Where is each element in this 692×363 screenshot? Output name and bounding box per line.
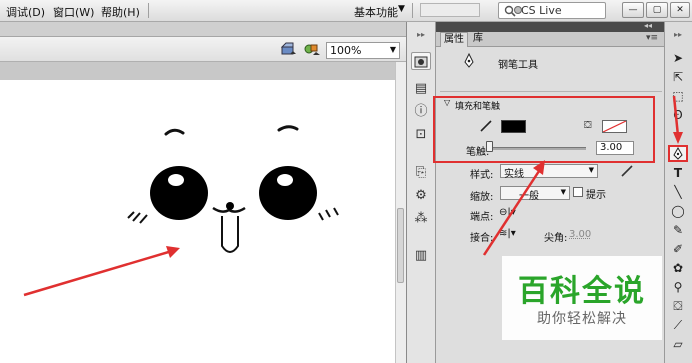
bone-tool-icon[interactable]: ⚲ (668, 279, 688, 296)
stage-pasteboard (0, 62, 395, 80)
paint-bucket-icon: ⛋ (584, 120, 592, 131)
fill-color-swatch[interactable] (602, 120, 627, 133)
brush-tool-icon[interactable]: ✐ (668, 241, 688, 258)
annotation-arrow-pen (672, 95, 683, 144)
menu-bar: 调试(D) 窗口(W) 帮助(H) 基本功能 ▼ CS Live — ▢ ✕ (0, 0, 692, 22)
cs-live-icon (514, 6, 522, 14)
workspace-switcher[interactable]: 基本功能 ▼ (350, 2, 408, 19)
pen-icon (462, 52, 476, 69)
selection-tool-icon[interactable]: ➤ (668, 50, 688, 67)
chevron-down-icon: ▼ (398, 4, 405, 14)
info-panel-icon[interactable]: ⓘ (411, 103, 431, 121)
zoom-value: 100% (330, 44, 362, 57)
menu-debug[interactable]: 调试(D) (6, 4, 45, 20)
tab-library[interactable]: 库 (470, 32, 486, 47)
line-tool-icon[interactable]: ╲ (668, 184, 688, 201)
search-label: CS Live (521, 4, 562, 17)
menu-window[interactable]: 窗口(W) (53, 4, 94, 20)
stroke-pencil-icon (479, 120, 493, 132)
collapse-arrows-icon[interactable]: ▸▸ (668, 26, 688, 43)
panel-header: ◂◂ (436, 21, 664, 32)
pencil-tool-icon[interactable]: ✎ (668, 222, 688, 239)
menu-separator (148, 3, 149, 18)
properties-panel-icon[interactable] (411, 52, 431, 70)
text-tool-icon[interactable]: T (668, 165, 688, 182)
edit-scene-icon[interactable] (280, 42, 297, 56)
workspace-label: 基本功能 (354, 6, 398, 19)
subselection-tool-icon[interactable]: ⇱ (668, 69, 688, 86)
history-panel-icon[interactable]: ⎘ (411, 164, 431, 182)
project-panel-icon[interactable]: ▥ (411, 247, 431, 265)
motion-presets-icon[interactable]: ⁂ (411, 210, 431, 228)
watermark-logo: 百科全说 助你轻松解决 (502, 256, 662, 340)
paint-bucket-tool-icon[interactable]: ⛋ (668, 298, 688, 315)
components-panel-icon[interactable]: ⚙ (411, 187, 431, 205)
close-button[interactable]: ✕ (670, 2, 690, 18)
rectangle-tool-icon[interactable]: ◯ (668, 203, 688, 220)
minimize-button[interactable]: — (622, 2, 644, 18)
collapse-arrows-icon[interactable]: ▸▸ (411, 26, 431, 44)
watermark-title: 百科全说 (518, 274, 646, 309)
align-panel-icon[interactable]: ▤ (411, 80, 431, 98)
eraser-tool-icon[interactable]: ▱ (668, 336, 688, 353)
menu-spacer (420, 3, 480, 17)
eyedropper-tool-icon[interactable]: ⟋ (668, 317, 688, 334)
divider (440, 91, 662, 92)
maximize-button[interactable]: ▢ (646, 2, 668, 18)
zoom-select[interactable]: 100% ▼ (326, 42, 400, 59)
scrollbar-thumb[interactable] (397, 208, 404, 283)
transform-panel-icon[interactable]: ⊡ (411, 126, 431, 144)
cartoon-face-drawing (23, 125, 339, 297)
menu-separator (412, 3, 413, 18)
chevron-down-icon: ▼ (389, 45, 396, 54)
panel-tab-bar: 属性 库 ▾≡ (436, 32, 664, 47)
edit-symbols-icon[interactable] (303, 42, 321, 56)
tool-name: 钢笔工具 (498, 60, 538, 71)
panel-menu-icon[interactable]: ▾≡ (646, 33, 658, 43)
menu-help[interactable]: 帮助(H) (101, 4, 140, 20)
stroke-color-swatch[interactable] (501, 120, 526, 133)
deco-tool-icon[interactable]: ✿ (668, 260, 688, 277)
stage-canvas[interactable] (0, 80, 395, 363)
collapse-arrows-icon[interactable]: ◂◂ (644, 21, 652, 30)
tab-properties[interactable]: 属性 (440, 32, 468, 47)
document-tab-bar (0, 22, 406, 37)
watermark-subtitle: 助你轻松解决 (537, 311, 627, 327)
